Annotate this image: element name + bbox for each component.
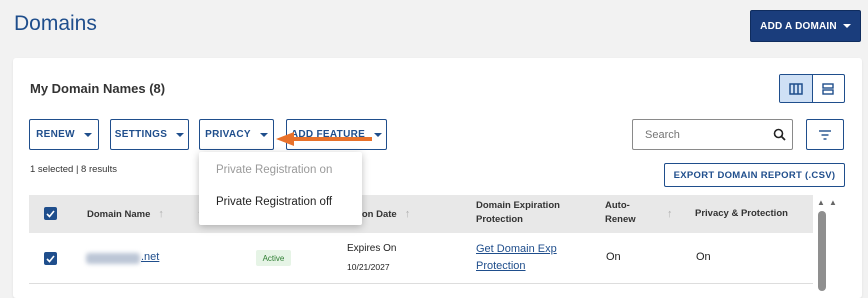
column-expiration-protection: Domain Expiration Protection bbox=[476, 199, 560, 227]
privacy-value: On bbox=[696, 251, 711, 263]
filter-icon bbox=[819, 129, 831, 140]
page-title: Domains bbox=[14, 12, 97, 35]
expires-date: 10/21/2027 bbox=[347, 262, 390, 272]
chevron-down-icon bbox=[83, 132, 92, 137]
chevron-down-icon bbox=[842, 24, 851, 28]
rows-icon bbox=[822, 82, 834, 95]
status-badge: Active bbox=[256, 250, 291, 266]
domain-link[interactable]: .net bbox=[141, 251, 159, 263]
row-checkbox[interactable] bbox=[44, 252, 57, 265]
menu-item-private-registration-on: Private Registration on bbox=[216, 164, 333, 176]
get-protection-link-line2[interactable]: Protection bbox=[476, 260, 526, 272]
column-domain-name[interactable]: Domain Name ↑ bbox=[87, 207, 164, 222]
export-report-button[interactable]: EXPORT DOMAIN REPORT (.CSV) bbox=[664, 163, 845, 187]
sort-arrow-icon[interactable]: ↑ bbox=[158, 208, 164, 220]
checkmark-icon bbox=[46, 209, 55, 218]
privacy-button[interactable]: PRIVACY bbox=[199, 119, 274, 150]
scroll-up-icon[interactable]: ▲ bbox=[829, 198, 837, 207]
privacy-dropdown-menu: Private Registration on Private Registra… bbox=[199, 152, 362, 225]
column-auto-renew-sort[interactable]: ↑ bbox=[659, 207, 673, 222]
redacted-domain-name bbox=[86, 253, 140, 264]
privacy-label: PRIVACY bbox=[205, 129, 251, 140]
select-all-checkbox[interactable] bbox=[44, 207, 57, 220]
column-auto-renew-line1: Auto- bbox=[605, 200, 630, 211]
chevron-down-icon bbox=[374, 132, 383, 137]
column-protection-line1: Domain Expiration bbox=[476, 200, 560, 211]
search-input[interactable] bbox=[643, 127, 767, 142]
expires-label: Expires On bbox=[347, 243, 397, 254]
settings-label: SETTINGS bbox=[114, 129, 168, 140]
view-toggle bbox=[779, 74, 845, 103]
add-domain-button[interactable]: ADD A DOMAIN bbox=[750, 10, 861, 42]
columns-icon bbox=[789, 82, 803, 95]
table-header: Domain Name↑ ↑ Expiration Date↑ Domain E… bbox=[29, 195, 813, 233]
card-title: My Domain Names (8) bbox=[30, 81, 166, 96]
scrollbar-thumb[interactable] bbox=[818, 211, 826, 291]
row-view-button[interactable] bbox=[813, 75, 845, 102]
filter-button[interactable] bbox=[806, 119, 844, 150]
column-privacy: Privacy & Protection bbox=[695, 208, 788, 219]
get-protection-link-line1[interactable]: Get Domain Exp bbox=[476, 243, 557, 255]
sort-arrow-icon[interactable]: ↑ bbox=[667, 208, 673, 220]
renew-button[interactable]: RENEW bbox=[29, 119, 99, 150]
row-divider bbox=[29, 283, 813, 284]
settings-button[interactable]: SETTINGS bbox=[110, 119, 189, 150]
search-icon[interactable] bbox=[773, 128, 786, 141]
renew-label: RENEW bbox=[36, 129, 75, 140]
chevron-down-icon bbox=[176, 132, 185, 137]
search-field[interactable] bbox=[632, 119, 793, 150]
chevron-down-icon bbox=[259, 132, 268, 137]
auto-renew-value: On bbox=[606, 251, 621, 263]
column-auto-renew[interactable]: Auto- Renew bbox=[605, 199, 636, 227]
column-domain-name-label: Domain Name bbox=[87, 209, 151, 220]
column-view-button[interactable] bbox=[780, 75, 813, 102]
checkmark-icon bbox=[46, 254, 55, 263]
sort-arrow-icon[interactable]: ↑ bbox=[405, 208, 411, 220]
column-auto-renew-line2: Renew bbox=[605, 214, 636, 225]
add-domain-label: ADD A DOMAIN bbox=[760, 20, 837, 32]
column-protection-line2: Protection bbox=[476, 214, 523, 225]
annotation-arrow-icon bbox=[276, 132, 372, 146]
menu-item-private-registration-off[interactable]: Private Registration off bbox=[216, 196, 332, 208]
scroll-up-icon[interactable]: ▲ bbox=[817, 198, 825, 207]
selection-info: 1 selected | 8 results bbox=[30, 164, 117, 175]
